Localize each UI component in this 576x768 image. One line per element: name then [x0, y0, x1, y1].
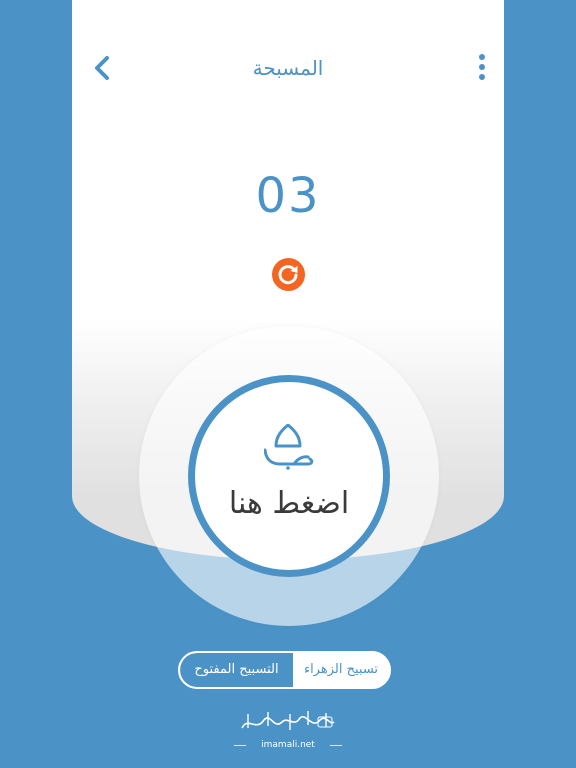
counter-value: 03 — [255, 168, 321, 224]
brand-logo — [241, 711, 335, 730]
more-vertical-icon — [479, 54, 485, 60]
page-title: المسبحة — [252, 56, 324, 80]
mode-option-zahra[interactable]: تسبيح الزهراء — [293, 653, 389, 687]
refresh-icon — [278, 265, 298, 285]
shrine-dome-icon — [264, 424, 314, 470]
brand-footer: imamali.net — [228, 708, 348, 758]
mode-option-open[interactable]: التسبيح المفتوح — [180, 653, 293, 687]
tap-button-label: اضغط هنا — [228, 486, 350, 521]
mode-toggle: التسبيح المفتوح تسبيح الزهراء — [178, 651, 391, 689]
brand-divider-right — [330, 745, 342, 746]
reset-button[interactable] — [272, 258, 305, 291]
tap-button[interactable]: اضغط هنا — [188, 375, 390, 577]
header: المسبحة — [72, 48, 504, 88]
more-menu-button[interactable] — [474, 54, 490, 84]
